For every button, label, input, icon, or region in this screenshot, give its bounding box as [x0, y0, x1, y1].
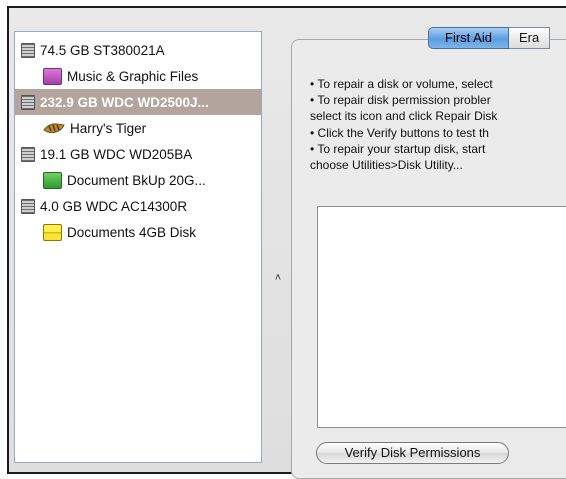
instruction-line: select its icon and click Repair Disk: [310, 109, 498, 124]
verify-disk-permissions-button[interactable]: Verify Disk Permissions: [316, 442, 509, 464]
disk-label: 74.5 GB ST380021A: [40, 42, 165, 58]
disk-row-wd2500j-selected[interactable]: 232.9 GB WDC WD2500J...: [15, 89, 261, 115]
instruction-line: • To repair your startup disk, start: [310, 141, 486, 156]
volume-row-harrys-tiger[interactable]: Harry's Tiger: [15, 115, 261, 141]
disk-list-sidebar[interactable]: 74.5 GB ST380021A Music & Graphic Files …: [14, 31, 262, 463]
volume-label: Document BkUp 20G...: [67, 172, 206, 188]
instruction-line: • To repair disk permission probler: [310, 93, 491, 108]
tiger-volume-icon: [43, 121, 65, 135]
hard-drive-icon: [21, 42, 35, 58]
green-volume-icon: [43, 171, 62, 189]
yellow-volume-icon: [43, 223, 62, 241]
hard-drive-icon: [21, 146, 35, 162]
volume-label: Documents 4GB Disk: [67, 224, 197, 240]
instruction-line: • To repair a disk or volume, select: [310, 77, 493, 91]
disk-label: 19.1 GB WDC WD205BA: [40, 146, 193, 162]
splitter-handle[interactable]: ˄: [273, 272, 283, 284]
disk-row-ac14300r[interactable]: 4.0 GB WDC AC14300R: [15, 193, 261, 219]
tab-erase[interactable]: Era: [508, 27, 551, 49]
volume-row-documents-4gb[interactable]: Documents 4GB Disk: [15, 219, 261, 245]
hard-drive-icon: [21, 198, 35, 214]
instruction-line: choose Utilities>Disk Utility...: [310, 157, 463, 172]
disk-label: 232.9 GB WDC WD2500J...: [40, 94, 209, 110]
tab-bar: First Aid Era: [428, 27, 551, 49]
disk-row-st380021a[interactable]: 74.5 GB ST380021A: [15, 37, 261, 63]
first-aid-instructions: • To repair a disk or volume, select • T…: [310, 76, 566, 173]
volume-label: Music & Graphic Files: [67, 68, 199, 84]
volume-row-document-bkup[interactable]: Document BkUp 20G...: [15, 167, 261, 193]
tab-first-aid[interactable]: First Aid: [428, 27, 509, 49]
disk-label: 4.0 GB WDC AC14300R: [40, 198, 188, 214]
disk-row-wd205ba[interactable]: 19.1 GB WDC WD205BA: [15, 141, 261, 167]
volume-row-music-graphic[interactable]: Music & Graphic Files: [15, 63, 261, 89]
hard-drive-icon: [21, 94, 35, 110]
volume-label: Harry's Tiger: [70, 120, 147, 136]
instruction-line: • Click the Verify buttons to test th: [310, 125, 489, 140]
results-log-area[interactable]: [317, 206, 566, 428]
purple-volume-icon: [43, 67, 62, 85]
